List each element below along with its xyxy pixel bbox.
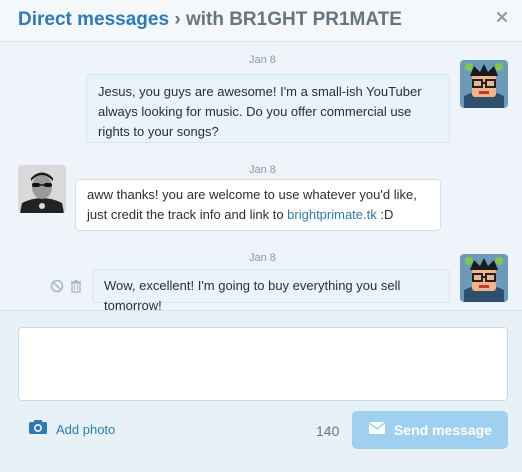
title-primary: Direct messages xyxy=(18,9,170,30)
title-secondary: with BR1GHT PR1MATE xyxy=(185,9,402,30)
message-input[interactable] xyxy=(18,327,508,401)
message-bubble-received: aww thanks! you are welcome to use whate… xyxy=(75,179,441,231)
message-text: Wow, excellent! I'm going to buy everyth… xyxy=(104,278,401,313)
cartoon-avatar[interactable] xyxy=(460,254,508,302)
message-date: Jan 8 xyxy=(249,252,276,264)
message-text: Jesus, you guys are awesome! I'm a small… xyxy=(98,84,422,139)
message-composer: Add photo 140 Send message xyxy=(0,310,522,472)
send-message-button[interactable]: Send message xyxy=(352,411,508,449)
add-photo-label: Add photo xyxy=(56,421,116,437)
block-icon[interactable] xyxy=(50,279,64,293)
cartoon-avatar[interactable] xyxy=(460,60,508,108)
photo-avatar[interactable] xyxy=(18,165,66,213)
camera-icon xyxy=(28,419,48,440)
message-date: Jan 8 xyxy=(249,54,276,66)
dialog-title: Direct messages › with BR1GHT PR1MATE xyxy=(18,9,402,31)
send-message-label: Send message xyxy=(393,422,493,438)
message-bubble-sent: Jesus, you guys are awesome! I'm a small… xyxy=(86,74,450,143)
message-text-end: :D xyxy=(376,207,394,222)
message-date: Jan 8 xyxy=(249,164,276,176)
add-photo-button[interactable]: Add photo xyxy=(28,418,115,440)
character-counter: 140 xyxy=(316,423,340,439)
title-separator: › xyxy=(174,9,181,30)
dialog-header: Direct messages › with BR1GHT PR1MATE xyxy=(0,0,522,42)
envelope-icon xyxy=(368,421,386,440)
trash-icon[interactable] xyxy=(69,279,83,293)
message-bubble-sent: Wow, excellent! I'm going to buy everyth… xyxy=(92,269,450,313)
conversation-panel[interactable]: Jan 8 Jesus, you guys are awesome! I'm a… xyxy=(0,42,522,313)
message-link[interactable]: brightprimate.tk xyxy=(287,207,377,222)
close-icon[interactable] xyxy=(494,11,510,27)
